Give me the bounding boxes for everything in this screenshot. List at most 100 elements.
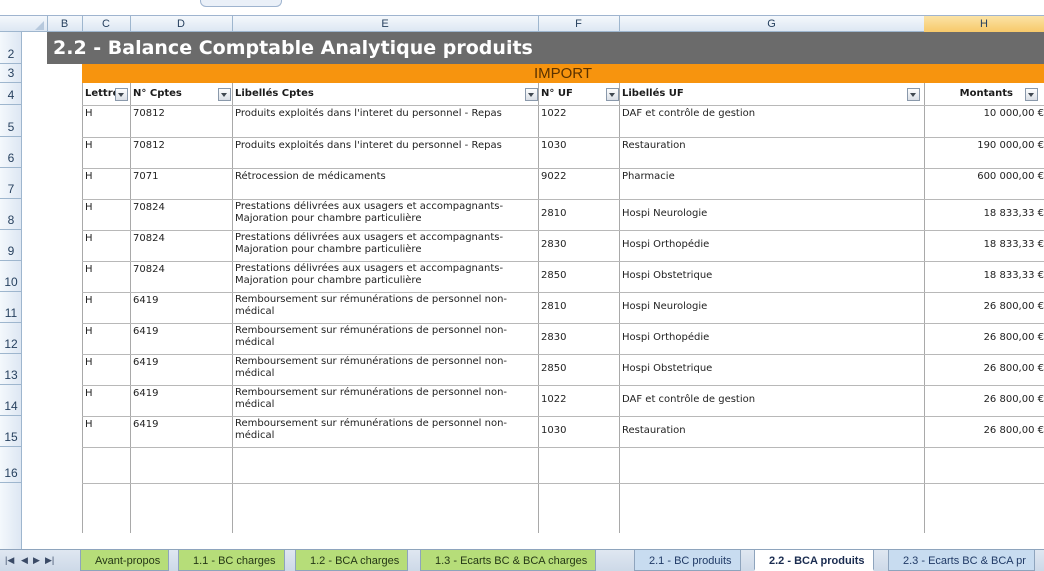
tab-bc-charges[interactable]: 1.1 - BC charges — [178, 550, 285, 571]
header-libelles-uf[interactable]: Libellés UF — [619, 83, 924, 105]
tab-bca-charges[interactable]: 1.2 - BCA charges — [295, 550, 409, 571]
first-sheet-icon[interactable]: |◀ — [5, 555, 14, 566]
cell-uf[interactable]: 1022 — [538, 385, 619, 416]
cell-compte[interactable]: 6419 — [130, 354, 232, 385]
cell-lettre[interactable]: H — [82, 105, 130, 137]
column-header-b[interactable]: B — [47, 16, 83, 32]
cell-uf[interactable]: 2830 — [538, 323, 619, 354]
row-header[interactable]: 11 — [0, 292, 22, 323]
cell-lettre[interactable]: H — [82, 292, 130, 323]
cell-uf[interactable]: 2830 — [538, 230, 619, 261]
cell-montant[interactable]: 18 833,33 € — [924, 261, 1044, 292]
row-header[interactable]: 13 — [0, 354, 22, 385]
cell-compte[interactable]: 6419 — [130, 292, 232, 323]
cell-montant[interactable]: 190 000,00 € — [924, 137, 1044, 168]
row-header[interactable]: 4 — [0, 83, 22, 105]
tab-bc-produits[interactable]: 2.1 - BC produits — [634, 550, 741, 571]
cell-lettre[interactable]: H — [82, 261, 130, 292]
row-header[interactable]: 2 — [0, 32, 22, 64]
column-header-f[interactable]: F — [538, 16, 620, 32]
tab-avant-propos[interactable]: Avant-propos — [80, 550, 170, 571]
cell-compte[interactable]: 70812 — [130, 137, 232, 168]
cell-montant[interactable]: 18 833,33 € — [924, 199, 1044, 230]
header-montants[interactable]: Montants — [924, 83, 1019, 105]
cell-libelle[interactable]: Remboursement sur rémunérations de perso… — [232, 354, 538, 385]
cell-libelle[interactable]: Prestations délivrées aux usagers et acc… — [232, 199, 538, 230]
cell-libelle-uf[interactable]: DAF et contrôle de gestion — [619, 105, 924, 137]
cell-uf[interactable]: 2850 — [538, 261, 619, 292]
filter-dropdown-icon[interactable] — [218, 88, 231, 101]
cell-lettre[interactable]: H — [82, 385, 130, 416]
cell-montant[interactable]: 26 800,00 € — [924, 292, 1044, 323]
filter-dropdown-icon[interactable] — [1025, 88, 1038, 101]
row-header[interactable]: 12 — [0, 323, 22, 354]
cell-compte[interactable]: 70824 — [130, 199, 232, 230]
cell-libelle-uf[interactable]: Hospi Obstetrique — [619, 354, 924, 385]
cell-libelle[interactable]: Rétrocession de médicaments — [232, 168, 538, 199]
select-all-corner[interactable] — [0, 16, 48, 32]
cell-compte[interactable]: 6419 — [130, 323, 232, 354]
header-libelles-cptes[interactable]: Libellés Cptes — [232, 83, 538, 105]
cell-uf[interactable]: 1030 — [538, 416, 619, 447]
cell-montant[interactable]: 600 000,00 € — [924, 168, 1044, 199]
cell-montant[interactable]: 26 800,00 € — [924, 416, 1044, 447]
filter-dropdown-icon[interactable] — [907, 88, 920, 101]
cell-libelle[interactable]: Prestations délivrées aux usagers et acc… — [232, 261, 538, 292]
cell-compte[interactable]: 70812 — [130, 105, 232, 137]
filter-dropdown-icon[interactable] — [115, 88, 128, 101]
cell-uf[interactable]: 2810 — [538, 199, 619, 230]
cell-lettre[interactable]: H — [82, 137, 130, 168]
cell-libelle-uf[interactable]: Hospi Orthopédie — [619, 323, 924, 354]
cell-compte[interactable]: 6419 — [130, 416, 232, 447]
cell-montant[interactable]: 26 800,00 € — [924, 323, 1044, 354]
cell-montant[interactable]: 26 800,00 € — [924, 385, 1044, 416]
column-header-g[interactable]: G — [619, 16, 925, 32]
cell-libelle-uf[interactable]: Hospi Neurologie — [619, 292, 924, 323]
import-section-header[interactable]: IMPORT — [82, 64, 1044, 83]
cell-libelle[interactable]: Remboursement sur rémunérations de perso… — [232, 323, 538, 354]
tab-bca-produits[interactable]: 2.2 - BCA produits — [754, 550, 874, 571]
cell-compte[interactable]: 70824 — [130, 230, 232, 261]
row-header[interactable]: 15 — [0, 416, 22, 447]
next-sheet-icon[interactable]: ▶ — [33, 555, 40, 566]
row-header[interactable]: 10 — [0, 261, 22, 292]
sheet-grid[interactable]: 2.2 - Balance Comptable Analytique produ… — [23, 32, 1044, 549]
cell-montant[interactable]: 18 833,33 € — [924, 230, 1044, 261]
cell-libelle[interactable]: Produits exploités dans l'interet du per… — [232, 105, 538, 137]
cell-libelle[interactable]: Remboursement sur rémunérations de perso… — [232, 292, 538, 323]
cell-uf[interactable]: 1030 — [538, 137, 619, 168]
filter-dropdown-icon[interactable] — [606, 88, 619, 101]
column-header-e[interactable]: E — [232, 16, 539, 32]
cell-libelle-uf[interactable]: Restauration — [619, 416, 924, 447]
cell-lettre[interactable]: H — [82, 199, 130, 230]
filter-dropdown-icon[interactable] — [525, 88, 538, 101]
header-cptes[interactable]: N° Cptes — [130, 83, 232, 105]
row-header[interactable]: 7 — [0, 168, 22, 199]
cell-uf[interactable]: 2850 — [538, 354, 619, 385]
column-header-c[interactable]: C — [82, 16, 131, 32]
cell-uf[interactable]: 9022 — [538, 168, 619, 199]
sheet-title[interactable]: 2.2 - Balance Comptable Analytique produ… — [47, 32, 1044, 64]
cell-compte[interactable]: 6419 — [130, 385, 232, 416]
cell-lettre[interactable]: H — [82, 168, 130, 199]
cell-montant[interactable]: 10 000,00 € — [924, 105, 1044, 137]
row-header[interactable]: 9 — [0, 230, 22, 261]
row-header[interactable]: 14 — [0, 385, 22, 416]
cell-libelle-uf[interactable]: DAF et contrôle de gestion — [619, 385, 924, 416]
row-header[interactable]: 6 — [0, 137, 22, 168]
cell-uf[interactable]: 2810 — [538, 292, 619, 323]
cell-uf[interactable]: 1022 — [538, 105, 619, 137]
tab-ecarts-charges[interactable]: 1.3 - Ecarts BC & BCA charges — [420, 550, 597, 571]
cell-libelle-uf[interactable]: Hospi Obstetrique — [619, 261, 924, 292]
column-header-h[interactable]: H — [924, 16, 1044, 32]
cell-libelle[interactable]: Remboursement sur rémunérations de perso… — [232, 416, 538, 447]
cell-lettre[interactable]: H — [82, 416, 130, 447]
row-header[interactable]: 3 — [0, 64, 22, 83]
cell-lettre[interactable]: H — [82, 230, 130, 261]
cell-montant[interactable]: 26 800,00 € — [924, 354, 1044, 385]
column-header-d[interactable]: D — [130, 16, 233, 32]
cell-compte[interactable]: 70824 — [130, 261, 232, 292]
cell-lettre[interactable]: H — [82, 323, 130, 354]
cell-libelle[interactable]: Remboursement sur rémunérations de perso… — [232, 385, 538, 416]
prev-sheet-icon[interactable]: ◀ — [21, 555, 28, 566]
